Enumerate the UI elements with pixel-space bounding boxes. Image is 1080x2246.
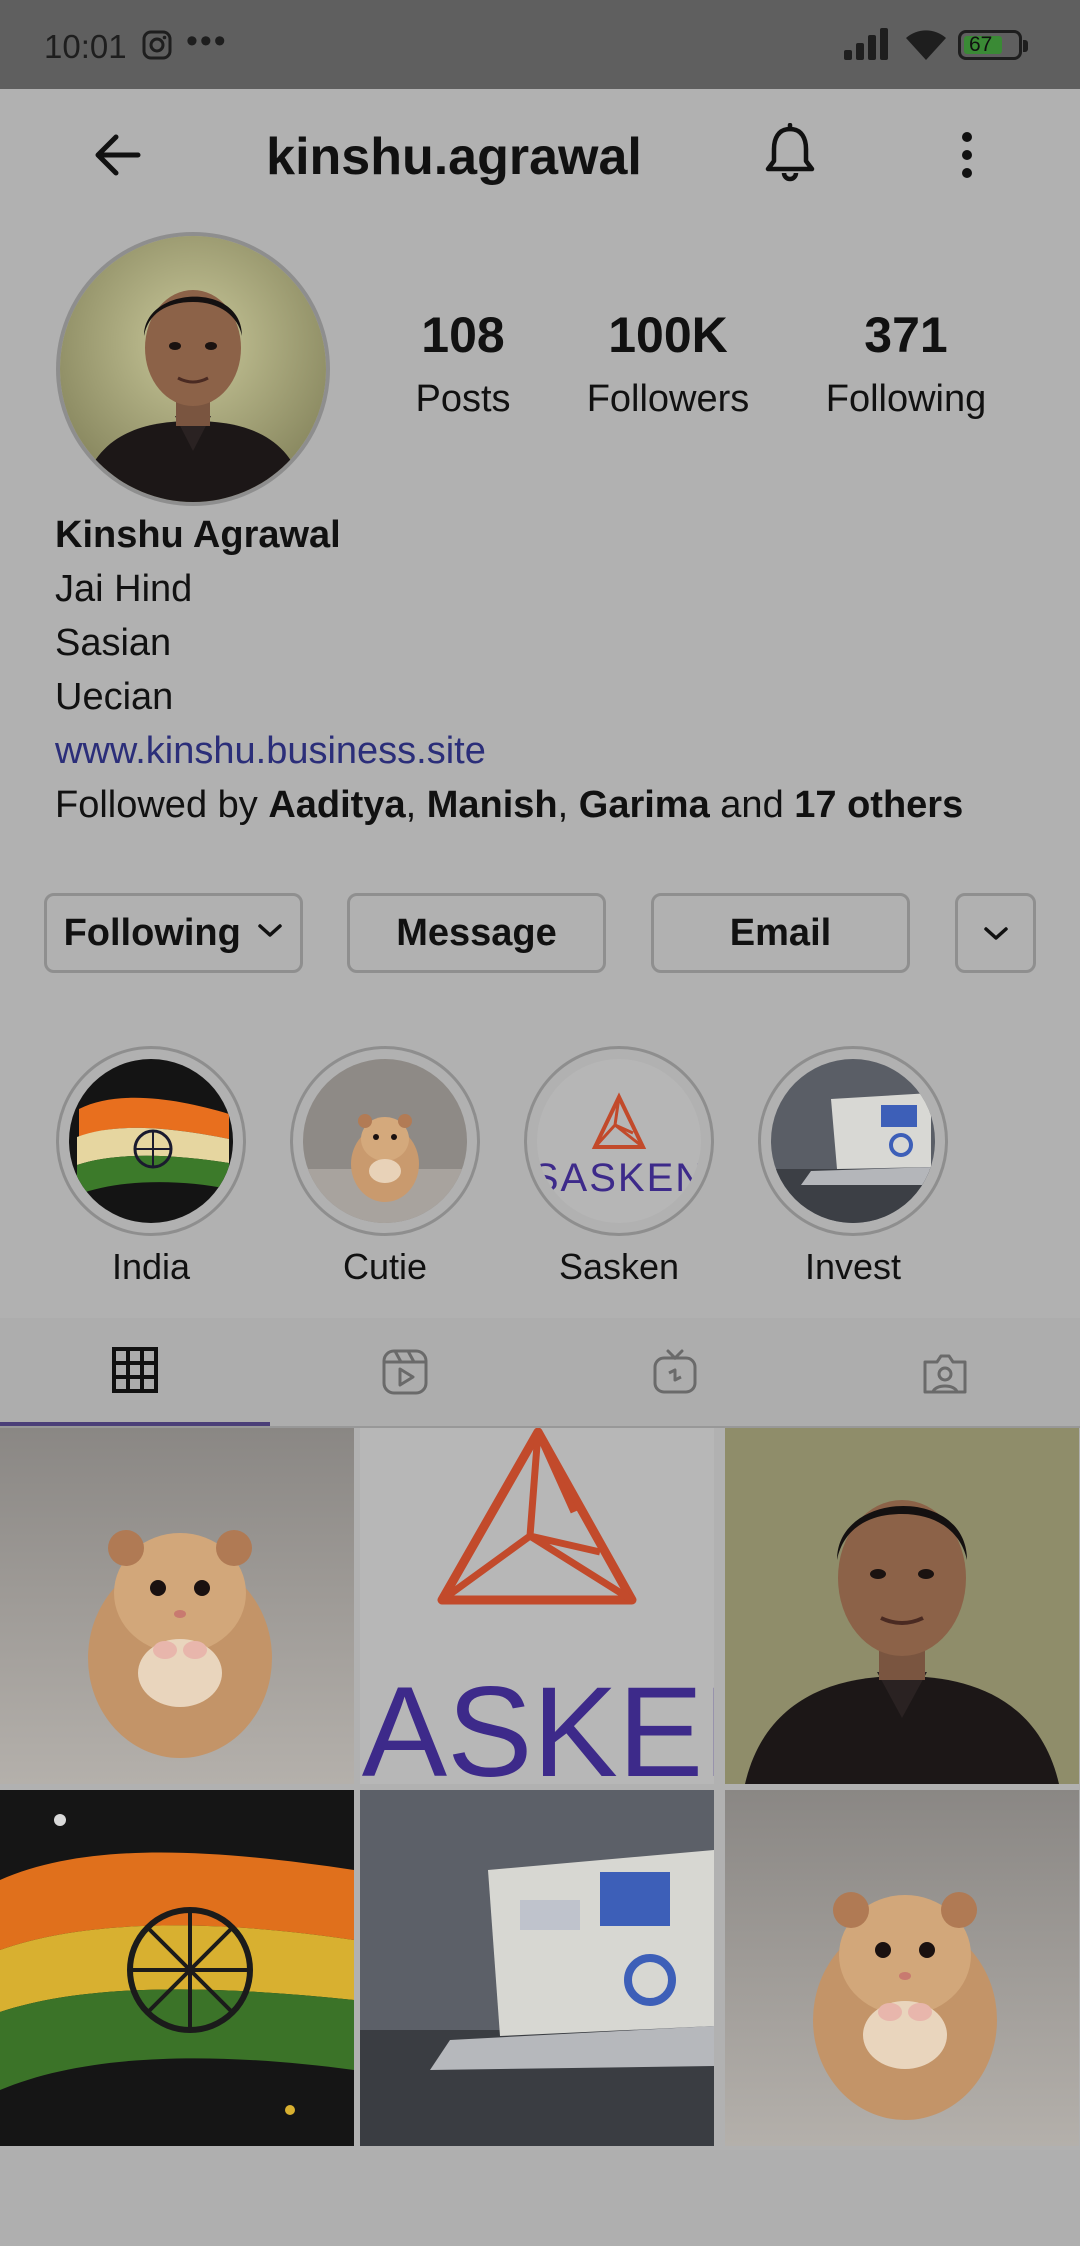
- highlight-label: Sasken: [558, 1246, 680, 1287]
- post-thumbnail[interactable]: [725, 1790, 1079, 2146]
- others-count: 17 others: [794, 784, 964, 826]
- post-thumbnail[interactable]: [725, 1428, 1079, 1784]
- chevron-down-icon: [258, 924, 283, 937]
- bio-line: Uecian: [55, 676, 174, 718]
- tab-tagged[interactable]: [810, 1318, 1080, 1426]
- followed-by-prefix: Followed by: [55, 784, 258, 826]
- sasken-post-image: SASKEN: [360, 1428, 714, 1784]
- profile-display-name: Kinshu Agrawal: [55, 514, 341, 556]
- followers-stat[interactable]: 100K Followers: [580, 306, 756, 421]
- follower-name: Manish: [426, 784, 558, 826]
- bio-line: Jai Hind: [55, 568, 193, 610]
- post-thumbnail[interactable]: [0, 1790, 354, 2146]
- reels-icon: [382, 1349, 428, 1395]
- following-button-label: Following: [63, 912, 241, 954]
- post-thumbnail[interactable]: [360, 1790, 714, 2146]
- highlight-cover: [56, 1046, 246, 1236]
- hamster-image: [303, 1059, 467, 1223]
- laptop-image: [771, 1059, 935, 1223]
- portrait-post-image: [725, 1428, 1079, 1784]
- highlight-label: India: [111, 1246, 191, 1287]
- bell-icon[interactable]: [762, 123, 818, 183]
- email-button-label: Email: [729, 912, 832, 954]
- follower-name: Aaditya: [268, 784, 406, 826]
- followers-count: 100K: [608, 307, 728, 363]
- highlight-label: Cutie: [342, 1246, 428, 1287]
- website-link[interactable]: www.kinshu.business.site: [55, 724, 963, 778]
- highlight-cutie[interactable]: Cutie: [290, 1046, 480, 1288]
- tab-posts-grid[interactable]: [0, 1318, 270, 1426]
- india-flag-post-image: [0, 1790, 354, 2146]
- chevron-down-icon: [983, 927, 1008, 940]
- message-button[interactable]: Message: [347, 893, 606, 973]
- highlight-cover: [290, 1046, 480, 1236]
- battery-icon: 67: [958, 30, 1028, 60]
- following-button[interactable]: Following: [44, 893, 303, 973]
- post-thumbnail[interactable]: SASKEN: [360, 1428, 714, 1784]
- battery-level: 67: [969, 33, 993, 56]
- posts-stat[interactable]: 108 Posts: [400, 306, 526, 421]
- email-button[interactable]: Email: [651, 893, 910, 973]
- tab-reels[interactable]: [270, 1318, 540, 1426]
- profile-tabs: [0, 1318, 1080, 1428]
- highlight-cover: SASKEN: [524, 1046, 714, 1236]
- instagram-notification-icon: [142, 30, 172, 60]
- followers-label: Followers: [586, 378, 750, 420]
- message-button-label: Message: [396, 912, 557, 954]
- sasken-logo-text: SASKEN: [537, 1156, 701, 1200]
- india-flag-image: [69, 1059, 233, 1223]
- signal-icon: [844, 28, 888, 60]
- hamster-post-image: [0, 1428, 354, 1784]
- following-label: Following: [825, 378, 987, 420]
- posts-label: Posts: [415, 378, 511, 420]
- followed-by-text[interactable]: Followed by Aaditya, Manish, Garima and …: [55, 778, 963, 832]
- more-notifications-icon: •••: [186, 22, 228, 60]
- highlight-cover: [758, 1046, 948, 1236]
- hamster-post-image: [725, 1790, 1079, 2146]
- status-time: 10:01: [44, 28, 127, 65]
- and-text: and: [720, 784, 784, 826]
- tagged-person-icon: [923, 1354, 967, 1394]
- following-count: 371: [864, 307, 948, 363]
- follower-name: Garima: [578, 784, 710, 826]
- grid-icon: [112, 1347, 158, 1393]
- highlight-india[interactable]: India: [56, 1046, 246, 1288]
- posts-count: 108: [421, 307, 505, 363]
- igtv-icon: [653, 1349, 697, 1394]
- highlight-invest[interactable]: Invest: [758, 1046, 948, 1288]
- following-stat[interactable]: 371 Following: [818, 306, 994, 421]
- profile-bio: Kinshu Agrawal Jai Hind Sasian Uecian ww…: [55, 508, 963, 832]
- profile-avatar[interactable]: [56, 232, 330, 506]
- highlight-label: Invest: [804, 1246, 902, 1287]
- post-thumbnail[interactable]: [0, 1428, 354, 1784]
- tab-igtv[interactable]: [540, 1318, 810, 1426]
- suggested-accounts-button[interactable]: [955, 893, 1036, 973]
- laptop-post-image: [360, 1790, 714, 2146]
- status-bar: 10:01 ••• 67: [0, 0, 1080, 89]
- more-options-icon[interactable]: [952, 131, 982, 181]
- highlight-sasken[interactable]: SASKEN Sasken: [524, 1046, 714, 1288]
- profile-header: kinshu.agrawal: [0, 89, 1080, 229]
- bottom-area: [0, 2150, 1080, 2246]
- wifi-icon: [906, 30, 946, 60]
- sasken-logo-text: SASKEN: [360, 1661, 714, 1784]
- bio-line: Sasian: [55, 622, 172, 664]
- sasken-logo-image: SASKEN: [537, 1092, 701, 1200]
